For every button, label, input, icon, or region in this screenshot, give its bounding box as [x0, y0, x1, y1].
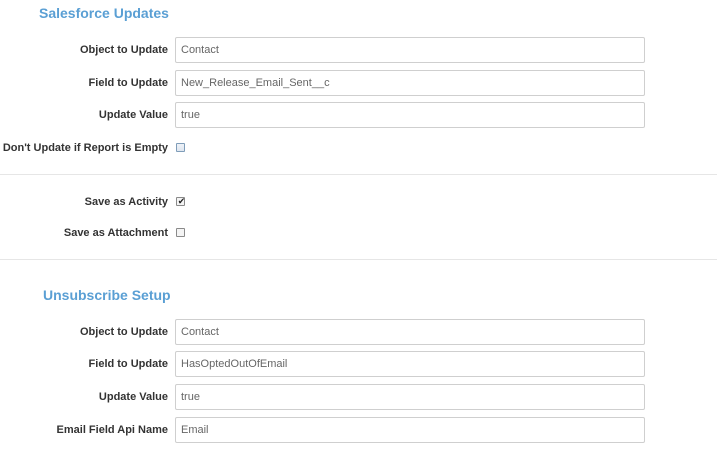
unsub-update-value-label: Update Value — [98, 391, 168, 403]
section-divider-1 — [0, 174, 717, 175]
email-field-api-name-label: Email Field Api Name — [56, 424, 168, 436]
save-as-activity-label: Save as Activity — [84, 196, 168, 208]
sf-object-label: Object to Update — [79, 44, 168, 56]
sf-field-label: Field to Update — [88, 77, 168, 89]
sf-update-value-row: Update Value — [0, 102, 717, 128]
dont-update-if-empty-label: Don't Update if Report is Empty — [2, 142, 168, 154]
save-as-attachment-row: Save as Attachment — [0, 220, 717, 246]
sf-update-value-label: Update Value — [98, 109, 168, 121]
sf-field-input[interactable] — [175, 70, 645, 96]
save-as-activity-row: Save as Activity ✔ — [0, 189, 717, 215]
dont-update-if-empty-row: Don't Update if Report is Empty — [0, 135, 717, 161]
sf-object-input[interactable] — [175, 37, 645, 63]
unsub-field-input[interactable] — [175, 351, 645, 377]
sf-object-row: Object to Update — [0, 37, 717, 63]
email-field-api-name-row: Email Field Api Name — [0, 417, 717, 443]
unsub-field-label: Field to Update — [88, 358, 168, 370]
save-as-attachment-checkbox[interactable] — [176, 228, 185, 237]
email-field-api-name-input[interactable] — [175, 417, 645, 443]
save-as-attachment-label: Save as Attachment — [63, 227, 168, 239]
unsubscribe-setup-title: Unsubscribe Setup — [43, 287, 171, 303]
sf-update-value-input[interactable] — [175, 102, 645, 128]
unsub-update-value-row: Update Value — [0, 384, 717, 410]
unsub-object-row: Object to Update — [0, 319, 717, 345]
unsub-object-input[interactable] — [175, 319, 645, 345]
unsub-object-label: Object to Update — [79, 326, 168, 338]
save-as-activity-checkbox[interactable]: ✔ — [176, 197, 186, 207]
sf-field-row: Field to Update — [0, 70, 717, 96]
checkmark-icon: ✔ — [177, 197, 186, 207]
section-divider-2 — [0, 259, 717, 260]
dont-update-if-empty-checkbox[interactable] — [176, 143, 185, 152]
unsub-field-row: Field to Update — [0, 351, 717, 377]
unsub-update-value-input[interactable] — [175, 384, 645, 410]
salesforce-updates-title: Salesforce Updates — [39, 5, 169, 21]
